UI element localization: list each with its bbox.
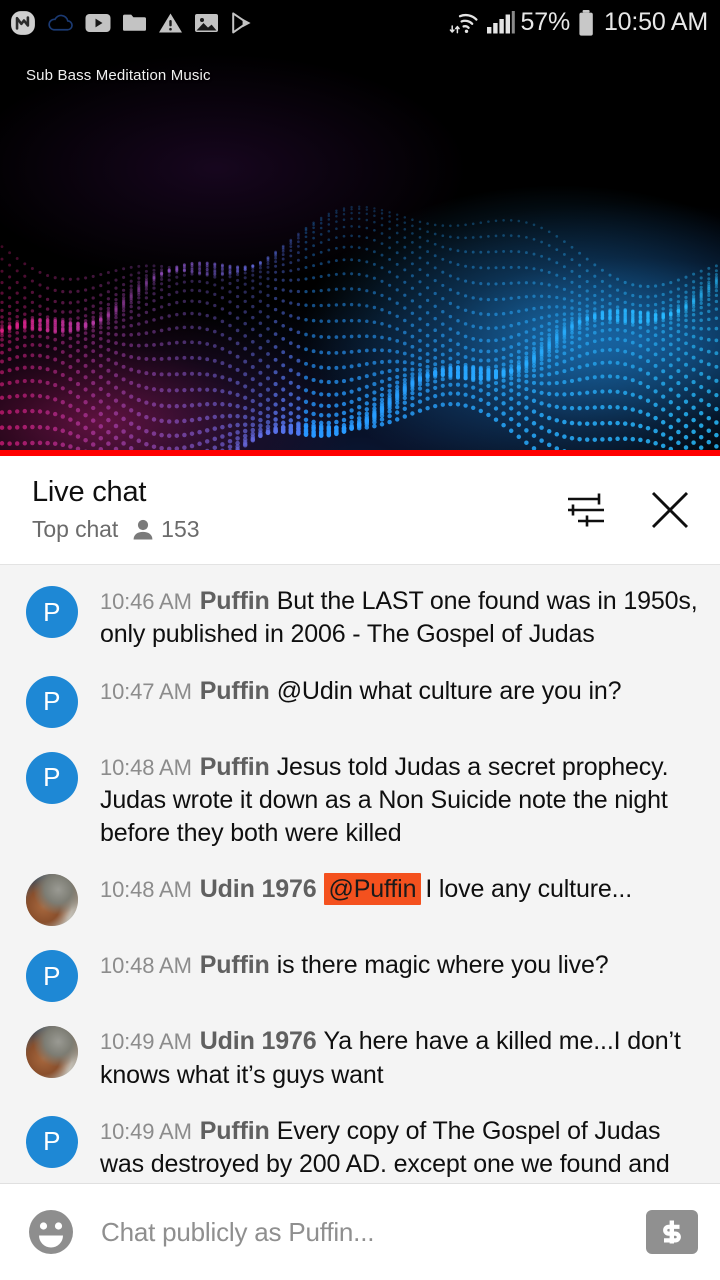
live-chat-header: Live chat Top chat 153 — [0, 456, 720, 565]
chat-message-author[interactable]: Puffin — [200, 677, 270, 705]
avatar[interactable] — [26, 1026, 78, 1079]
status-clock-label: 10:50 AM — [603, 8, 708, 36]
avatar[interactable] — [26, 874, 78, 927]
wifi-icon — [449, 13, 478, 33]
chat-message-author[interactable]: Puffin — [200, 753, 270, 781]
chat-message-row[interactable]: P 10:46 AM Puffin But the LAST one found wa… — [0, 573, 720, 663]
chat-settings-button[interactable] — [562, 486, 610, 534]
chat-message-body: 10:48 AM Udin 1976 @Puffin I love any cultu… — [100, 872, 702, 906]
chat-message-author[interactable]: Puffin — [200, 587, 270, 615]
chat-message-timestamp: 10:48 AM — [100, 953, 192, 979]
close-chat-button[interactable] — [646, 486, 694, 534]
messenger-icon — [11, 10, 35, 35]
chat-message-row[interactable]: P 10:49 AM Puffin Every copy of The Gospel … — [0, 1103, 720, 1183]
chat-message-timestamp: 10:49 AM — [100, 1029, 192, 1055]
chat-message-body: 10:46 AM Puffin But the LAST one found was… — [100, 584, 702, 652]
close-icon — [651, 491, 689, 529]
chat-message-row[interactable]: P 10:48 AM Puffin Jesus told Judas a secret… — [0, 739, 720, 862]
tune-icon — [568, 493, 604, 527]
super-chat-button[interactable] — [646, 1210, 698, 1254]
chat-message-row[interactable]: 10:49 AM Udin 1976 Ya here have a killed m… — [0, 1013, 720, 1103]
video-title: Sub Bass Meditation Music — [26, 67, 211, 84]
avatar-photo — [26, 1026, 78, 1079]
chat-message-timestamp: 10:48 AM — [100, 754, 192, 780]
chat-message-body: 10:48 AM Puffin Jesus told Judas a secret … — [100, 750, 702, 851]
emoji-picker-button[interactable] — [25, 1206, 77, 1258]
particle-wave-visual — [0, 185, 720, 456]
chat-message-row[interactable]: P 10:47 AM Puffin @Udin what culture are yo… — [0, 663, 720, 739]
chat-message-timestamp: 10:47 AM — [100, 678, 192, 704]
live-chat-header-text: Live chat Top chat 153 — [32, 477, 562, 542]
avatar[interactable]: P — [26, 1115, 78, 1168]
live-chat-header-actions — [562, 486, 694, 534]
avatar-initial: P — [26, 751, 78, 804]
avatar[interactable]: P — [26, 950, 78, 1003]
avatar[interactable]: P — [26, 751, 78, 804]
chat-message-input[interactable] — [77, 1216, 636, 1248]
cloud-icon — [48, 14, 73, 31]
avatar[interactable]: P — [26, 675, 78, 728]
chat-message-timestamp: 10:46 AM — [100, 589, 192, 614]
emoji-smiley-icon — [29, 1210, 73, 1254]
chat-message-text: I love any culture... — [425, 875, 633, 904]
chat-message-author[interactable]: Udin 1976 — [200, 875, 317, 903]
avatar-initial: P — [26, 675, 78, 728]
youtube-icon — [85, 13, 111, 32]
status-bar-notification-icons — [10, 10, 254, 36]
cellular-signal-icon — [486, 11, 515, 34]
chat-message-author[interactable]: Udin 1976 — [200, 1027, 317, 1055]
video-player[interactable]: Sub Bass Meditation Music — [0, 45, 720, 456]
chat-mode-label[interactable]: Top chat — [32, 516, 118, 543]
chat-message-body: 10:47 AM Puffin @Udin what culture are you… — [100, 674, 702, 708]
avatar[interactable]: P — [26, 586, 78, 638]
status-bar-system-icons: 57% 10:50 AM — [447, 9, 708, 37]
chat-message-timestamp: 10:48 AM — [100, 877, 192, 903]
chat-message-row[interactable]: 10:48 AM Udin 1976 @Puffin I love any cultu… — [0, 861, 720, 937]
person-icon — [133, 519, 153, 540]
avatar-initial: P — [26, 1115, 78, 1168]
youtube-live-chat-screen: 57% 10:50 AM Sub Bass Meditation Music L… — [0, 0, 720, 1280]
video-progress-track[interactable] — [0, 450, 720, 456]
chat-message-mention: @Puffin — [323, 873, 422, 906]
battery-icon — [579, 9, 593, 36]
viewer-count-group: 153 — [132, 515, 200, 543]
viewer-count-label: 153 — [161, 515, 200, 542]
avatar-initial: P — [26, 950, 78, 1003]
chat-message-author[interactable]: Puffin — [200, 1117, 270, 1145]
avatar-initial: P — [26, 586, 78, 638]
chat-message-text: is there magic where you live? — [276, 951, 609, 980]
chat-message-timestamp: 10:49 AM — [100, 1118, 192, 1144]
live-chat-message-list[interactable]: P 10:46 AM Puffin But the LAST one found wa… — [0, 565, 720, 1184]
chat-message-body: 10:49 AM Udin 1976 Ya here have a killed m… — [100, 1024, 702, 1092]
chat-message-body: 10:49 AM Puffin Every copy of The Gospel o… — [100, 1114, 702, 1183]
video-progress-fill — [0, 450, 720, 456]
chat-message-body: 10:48 AM Puffin is there magic where you l… — [100, 948, 702, 982]
live-chat-title: Live chat — [32, 476, 147, 509]
chat-message-text: @Udin what culture are you in? — [276, 676, 622, 705]
warning-icon — [159, 13, 182, 32]
photo-icon — [195, 13, 218, 32]
avatar-photo — [26, 874, 78, 927]
live-chat-subheader: Top chat 153 — [32, 516, 562, 543]
dollar-sign-icon — [663, 1220, 681, 1244]
folder-icon — [123, 14, 146, 31]
chat-input-bar — [0, 1184, 720, 1280]
chat-message-author[interactable]: Puffin — [200, 951, 270, 979]
chat-message-row[interactable]: P 10:48 AM Puffin is there magic where you … — [0, 937, 720, 1013]
battery-percent-label: 57% — [520, 8, 571, 36]
play-store-icon — [232, 11, 251, 33]
status-bar: 57% 10:50 AM — [0, 0, 720, 45]
